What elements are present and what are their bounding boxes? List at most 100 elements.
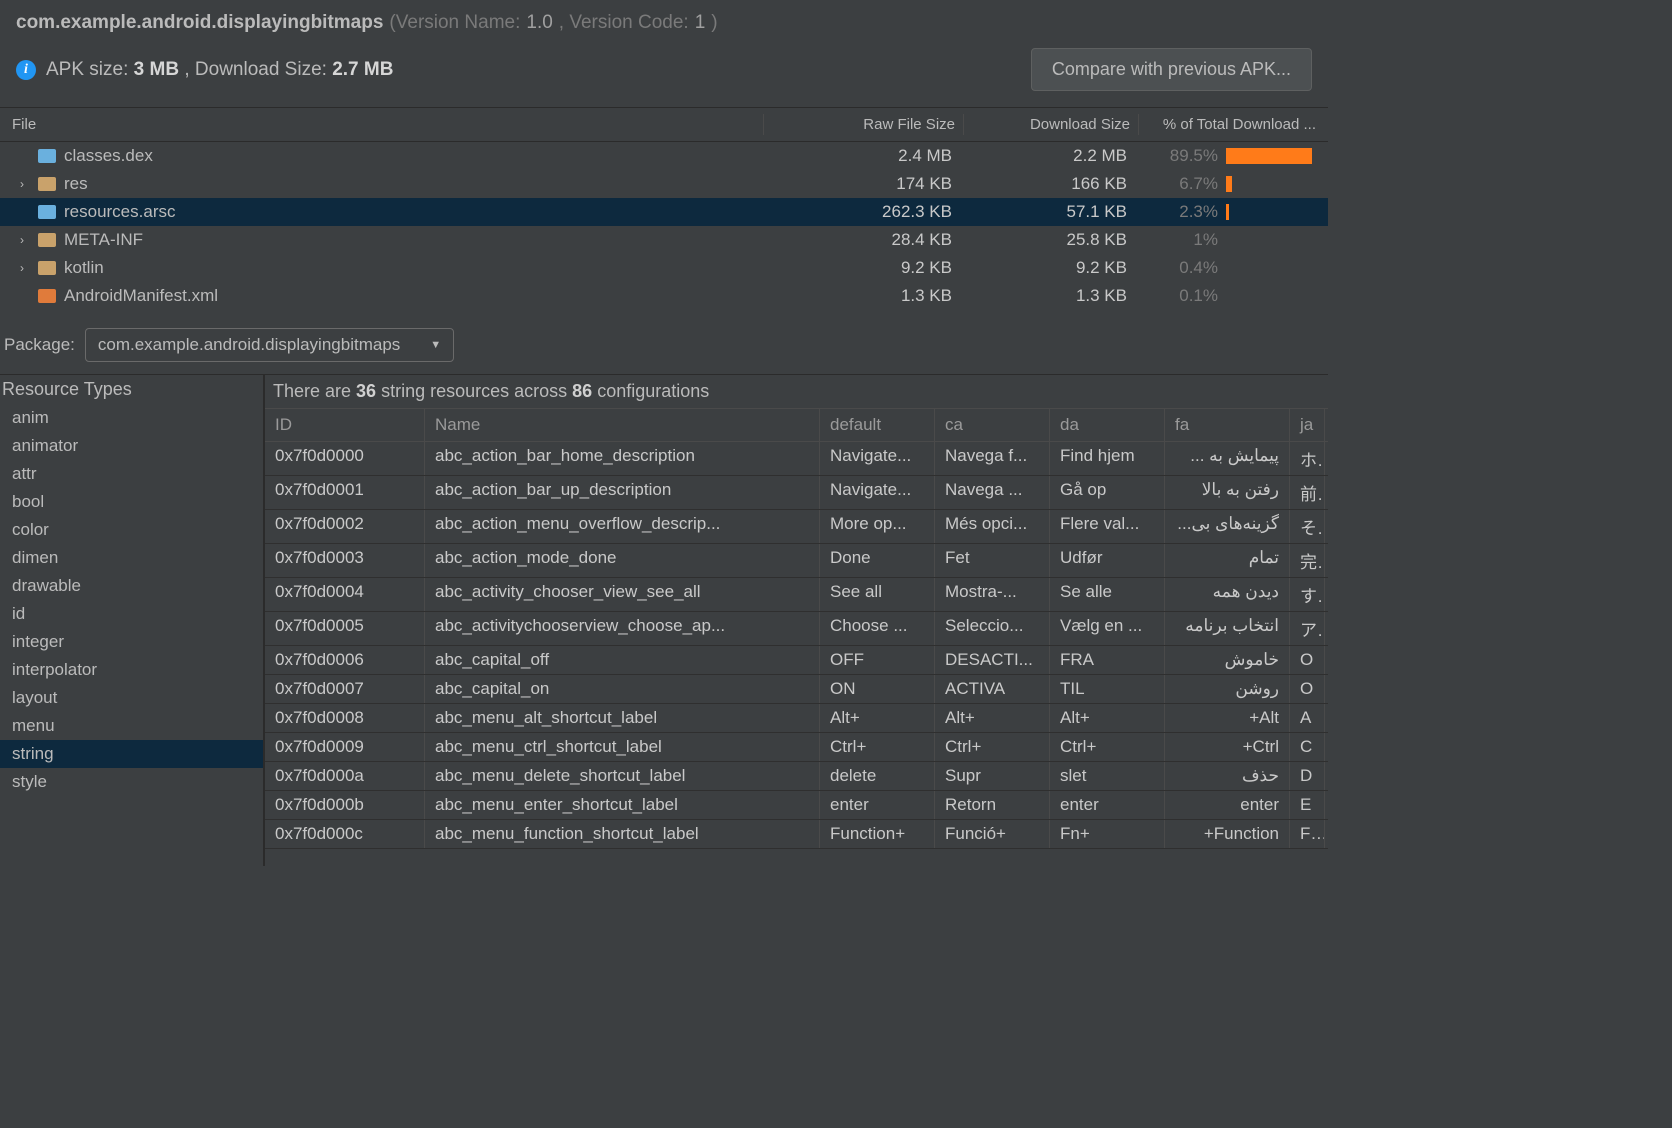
string-name: abc_action_bar_up_description xyxy=(425,476,820,509)
strings-col-header[interactable]: da xyxy=(1050,409,1165,441)
file-tree-table: File Raw File Size Download Size % of To… xyxy=(0,107,1328,310)
string-fa: Alt+ xyxy=(1165,704,1290,732)
string-ja: そ xyxy=(1290,510,1325,543)
string-ja: O xyxy=(1290,646,1325,674)
pct: 6.7% xyxy=(1163,174,1218,194)
resource-type-item[interactable]: id xyxy=(0,600,263,628)
strings-table-row[interactable]: 0x7f0d0002abc_action_menu_overflow_descr… xyxy=(265,510,1328,544)
strings-table-row[interactable]: 0x7f0d000cabc_menu_function_shortcut_lab… xyxy=(265,820,1328,849)
pct-bar xyxy=(1226,232,1312,248)
string-ja: C xyxy=(1290,733,1325,761)
resource-type-item[interactable]: bool xyxy=(0,488,263,516)
col-pct-download[interactable]: % of Total Download ... xyxy=(1139,114,1324,135)
package-select[interactable]: com.example.android.displayingbitmaps ▼ xyxy=(85,328,454,362)
resource-type-item[interactable]: color xyxy=(0,516,263,544)
strings-table-row[interactable]: 0x7f0d000babc_menu_enter_shortcut_labele… xyxy=(265,791,1328,820)
strings-table-row[interactable]: 0x7f0d0003abc_action_mode_doneDoneFetUdf… xyxy=(265,544,1328,578)
string-fa: خاموش xyxy=(1165,646,1290,674)
file-icon xyxy=(38,233,56,247)
string-default: delete xyxy=(820,762,935,790)
strings-col-header[interactable]: ja xyxy=(1290,409,1325,441)
raw-size: 262.3 KB xyxy=(764,202,964,222)
strings-table-row[interactable]: 0x7f0d0001abc_action_bar_up_descriptionN… xyxy=(265,476,1328,510)
strings-col-header[interactable]: fa xyxy=(1165,409,1290,441)
string-ca: Retorn xyxy=(935,791,1050,819)
string-id: 0x7f0d0002 xyxy=(265,510,425,543)
strings-table-row[interactable]: 0x7f0d000aabc_menu_delete_shortcut_label… xyxy=(265,762,1328,791)
string-ca: Alt+ xyxy=(935,704,1050,732)
string-id: 0x7f0d0004 xyxy=(265,578,425,611)
resource-type-item[interactable]: integer xyxy=(0,628,263,656)
string-default: Navigate... xyxy=(820,442,935,475)
string-ja: す xyxy=(1290,578,1325,611)
col-file[interactable]: File xyxy=(4,114,764,135)
string-default: See all xyxy=(820,578,935,611)
raw-size: 2.4 MB xyxy=(764,146,964,166)
file-tree-row[interactable]: resources.arsc262.3 KB57.1 KB2.3% xyxy=(0,198,1328,226)
strings-table: IDNamedefaultcadafaja 0x7f0d0000abc_acti… xyxy=(265,408,1328,866)
string-da: TIL xyxy=(1050,675,1165,703)
compare-previous-apk-button[interactable]: Compare with previous APK... xyxy=(1031,48,1312,91)
file-tree-row[interactable]: classes.dex2.4 MB2.2 MB89.5% xyxy=(0,142,1328,170)
strings-table-row[interactable]: 0x7f0d0004abc_activity_chooser_view_see_… xyxy=(265,578,1328,612)
download-size: 166 KB xyxy=(964,174,1139,194)
file-tree-row[interactable]: ›kotlin9.2 KB9.2 KB0.4% xyxy=(0,254,1328,282)
resource-type-item[interactable]: attr xyxy=(0,460,263,488)
file-tree-row[interactable]: ›res174 KB166 KB6.7% xyxy=(0,170,1328,198)
pct-bar xyxy=(1226,260,1312,276)
string-id: 0x7f0d0006 xyxy=(265,646,425,674)
resource-type-item[interactable]: anim xyxy=(0,404,263,432)
strings-table-row[interactable]: 0x7f0d0000abc_action_bar_home_descriptio… xyxy=(265,442,1328,476)
chevron-right-icon[interactable]: › xyxy=(20,261,30,275)
chevron-right-icon[interactable]: › xyxy=(20,177,30,191)
file-name: AndroidManifest.xml xyxy=(64,286,218,306)
string-default: Function+ xyxy=(820,820,935,848)
string-name: abc_menu_function_shortcut_label xyxy=(425,820,820,848)
resource-type-item[interactable]: menu xyxy=(0,712,263,740)
resource-type-item[interactable]: interpolator xyxy=(0,656,263,684)
strings-col-header[interactable]: default xyxy=(820,409,935,441)
string-ca: Mostra-... xyxy=(935,578,1050,611)
resource-type-item[interactable]: animator xyxy=(0,432,263,460)
string-default: Alt+ xyxy=(820,704,935,732)
info-icon: i xyxy=(16,60,36,80)
strings-table-row[interactable]: 0x7f0d0007abc_capital_onONACTIVATILروشنO xyxy=(265,675,1328,704)
resource-type-item[interactable]: dimen xyxy=(0,544,263,572)
string-default: More op... xyxy=(820,510,935,543)
string-fa: گزینه‌های بی... xyxy=(1165,510,1290,543)
string-da: Udfør xyxy=(1050,544,1165,577)
strings-table-row[interactable]: 0x7f0d0008abc_menu_alt_shortcut_labelAlt… xyxy=(265,704,1328,733)
strings-table-row[interactable]: 0x7f0d0006abc_capital_offOFFDESACTI...FR… xyxy=(265,646,1328,675)
resource-type-item[interactable]: style xyxy=(0,768,263,796)
string-default: enter xyxy=(820,791,935,819)
strings-col-header[interactable]: ID xyxy=(265,409,425,441)
strings-table-row[interactable]: 0x7f0d0009abc_menu_ctrl_shortcut_labelCt… xyxy=(265,733,1328,762)
string-ja: 前 xyxy=(1290,476,1325,509)
version-name: 1.0 xyxy=(526,12,552,34)
resource-summary: There are 36 string resources across 86 … xyxy=(265,375,1328,408)
strings-col-header[interactable]: ca xyxy=(935,409,1050,441)
resource-type-item[interactable]: string xyxy=(0,740,263,768)
pct: 89.5% xyxy=(1163,146,1218,166)
resource-type-item[interactable]: drawable xyxy=(0,572,263,600)
file-tree-row[interactable]: AndroidManifest.xml1.3 KB1.3 KB0.1% xyxy=(0,282,1328,310)
paren-close: ) xyxy=(711,12,717,34)
string-fa: حذف xyxy=(1165,762,1290,790)
package-label: Package: xyxy=(4,335,75,355)
strings-col-header[interactable]: Name xyxy=(425,409,820,441)
col-raw-size[interactable]: Raw File Size xyxy=(764,114,964,135)
pct-bar xyxy=(1226,148,1312,164)
string-ca: Fet xyxy=(935,544,1050,577)
download-size: 57.1 KB xyxy=(964,202,1139,222)
col-download-size[interactable]: Download Size xyxy=(964,114,1139,135)
strings-table-row[interactable]: 0x7f0d0005abc_activitychooserview_choose… xyxy=(265,612,1328,646)
download-size: 1.3 KB xyxy=(964,286,1139,306)
string-da: Alt+ xyxy=(1050,704,1165,732)
header: com.example.android.displayingbitmaps (V… xyxy=(0,0,1328,97)
string-id: 0x7f0d000c xyxy=(265,820,425,848)
file-icon xyxy=(38,261,56,275)
file-tree-row[interactable]: ›META-INF28.4 KB25.8 KB1% xyxy=(0,226,1328,254)
string-fa: Ctrl+ xyxy=(1165,733,1290,761)
chevron-right-icon[interactable]: › xyxy=(20,233,30,247)
resource-type-item[interactable]: layout xyxy=(0,684,263,712)
